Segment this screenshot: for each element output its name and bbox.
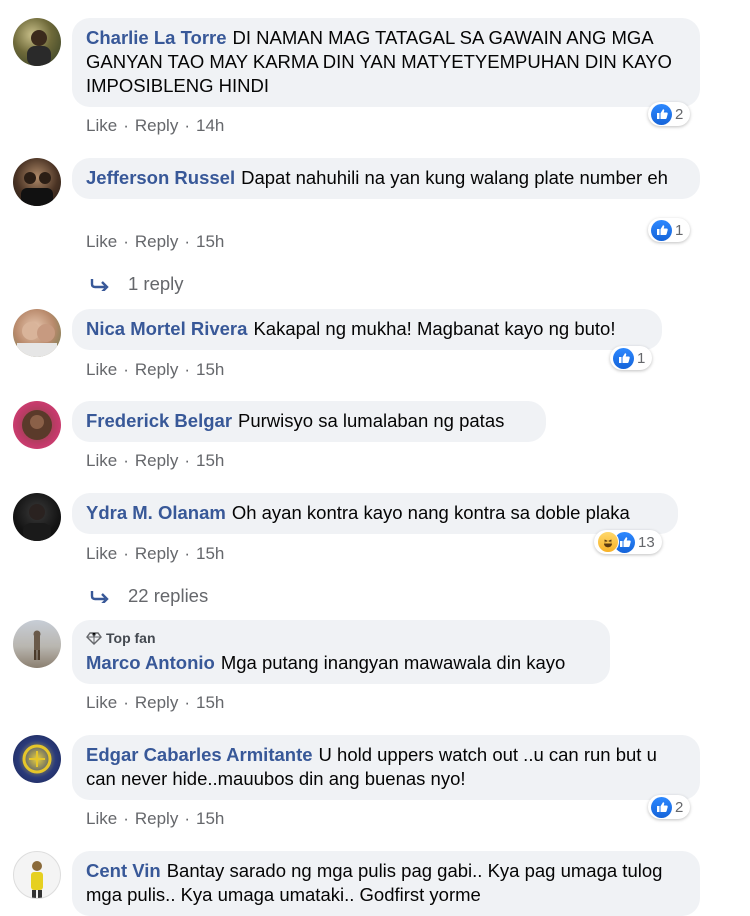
reaction-summary[interactable]: 1 bbox=[610, 346, 653, 370]
reaction-summary[interactable]: 13 bbox=[594, 530, 662, 554]
reply-arrow-icon bbox=[90, 279, 109, 291]
reaction-count: 1 bbox=[675, 221, 684, 239]
reaction-summary[interactable]: 2 bbox=[648, 795, 691, 819]
comment-timestamp[interactable]: 14h bbox=[196, 116, 224, 135]
like-button[interactable]: Like bbox=[86, 232, 117, 251]
comment-timestamp[interactable]: 15h bbox=[196, 693, 224, 712]
reply-button[interactable]: Reply bbox=[135, 116, 178, 135]
avatar[interactable] bbox=[13, 18, 61, 66]
like-button[interactable]: Like bbox=[86, 693, 117, 712]
comment-author[interactable]: Edgar Cabarles Armitante bbox=[86, 744, 313, 765]
comment-timestamp[interactable]: 15h bbox=[196, 232, 224, 251]
comment-actions: Like · Reply · 15h bbox=[86, 693, 225, 712]
top-fan-badge[interactable]: Top fan bbox=[86, 626, 596, 650]
comment-bubble: Charlie La Torre DI NAMAN MAG TATAGAL SA … bbox=[72, 18, 700, 107]
like-button[interactable]: Like bbox=[86, 809, 117, 828]
replies-count[interactable]: 22 replies bbox=[128, 585, 208, 607]
comment-text: Oh ayan kontra kayo nang kontra sa doble… bbox=[231, 502, 630, 523]
view-replies-link[interactable]: 1 reply bbox=[90, 273, 184, 295]
reply-button[interactable]: Reply bbox=[135, 544, 178, 563]
comment-actions: Like · Reply · 14h bbox=[86, 116, 225, 135]
avatar[interactable] bbox=[13, 851, 61, 899]
comment-bubble: Nica Mortel Rivera Kakapal ng mukha! Magb… bbox=[72, 309, 662, 350]
comment-author[interactable]: Charlie La Torre bbox=[86, 27, 227, 48]
comment-timestamp[interactable]: 15h bbox=[196, 451, 224, 470]
avatar[interactable] bbox=[13, 401, 61, 449]
comment-text: Purwisyo sa lumalaban ng patas bbox=[238, 410, 505, 431]
comment-bubble: Ydra M. Olanam Oh ayan kontra kayo nang k… bbox=[72, 493, 678, 534]
reply-button[interactable]: Reply bbox=[135, 809, 178, 828]
comment-actions: Like · Reply · 15h bbox=[86, 544, 225, 563]
top-fan-label: Top fan bbox=[106, 630, 156, 646]
comment-timestamp[interactable]: 15h bbox=[196, 360, 224, 379]
like-button[interactable]: Like bbox=[86, 451, 117, 470]
comment-author[interactable]: Cent Vin bbox=[86, 860, 161, 881]
avatar[interactable] bbox=[13, 620, 61, 668]
comment-timestamp[interactable]: 15h bbox=[196, 544, 224, 563]
comment-author[interactable]: Marco Antonio bbox=[86, 652, 215, 673]
reaction-summary[interactable]: 1 bbox=[648, 218, 691, 242]
reaction-count: 1 bbox=[637, 349, 646, 367]
avatar[interactable] bbox=[13, 493, 61, 541]
comment-actions: Like · Reply · 15h bbox=[86, 809, 225, 828]
haha-icon bbox=[597, 531, 619, 553]
comment-text: Mga putang inangyan mawawala din kayo bbox=[220, 652, 566, 673]
like-icon bbox=[651, 103, 672, 125]
reaction-count: 2 bbox=[675, 105, 684, 123]
comment-text: Bantay sarado ng mga pulis pag gabi.. Ky… bbox=[86, 860, 663, 905]
reply-button[interactable]: Reply bbox=[135, 693, 178, 712]
reaction-count: 2 bbox=[675, 798, 684, 816]
comment-author[interactable]: Ydra M. Olanam bbox=[86, 502, 226, 523]
avatar[interactable] bbox=[13, 158, 61, 206]
like-icon bbox=[613, 347, 634, 369]
reply-button[interactable]: Reply bbox=[135, 232, 178, 251]
comment-text: Kakapal ng mukha! Magbanat kayo ng buto! bbox=[253, 318, 616, 339]
comment-timestamp[interactable]: 15h bbox=[196, 809, 224, 828]
like-icon bbox=[651, 796, 672, 818]
comment-author[interactable]: Nica Mortel Rivera bbox=[86, 318, 247, 339]
reaction-summary[interactable]: 2 bbox=[648, 102, 691, 126]
comment-actions: Like · Reply · 15h bbox=[86, 451, 225, 470]
avatar[interactable] bbox=[13, 735, 61, 783]
like-button[interactable]: Like bbox=[86, 544, 117, 563]
view-replies-link[interactable]: 22 replies bbox=[90, 585, 208, 607]
comment-text: Dapat nahuhili na yan kung walang plate … bbox=[241, 167, 668, 188]
comment-bubble: Frederick Belgar Purwisyo sa lumalaban ng… bbox=[72, 401, 546, 442]
comment-bubble: Cent Vin Bantay sarado ng mga pulis pag g… bbox=[72, 851, 700, 916]
replies-count[interactable]: 1 reply bbox=[128, 273, 184, 295]
diamond-icon bbox=[86, 631, 102, 645]
comment-author[interactable]: Jefferson Russel bbox=[86, 167, 235, 188]
avatar[interactable] bbox=[13, 309, 61, 357]
reply-button[interactable]: Reply bbox=[135, 360, 178, 379]
comment-bubble: Top fan Marco Antonio Mga putang inangyan… bbox=[72, 620, 610, 684]
reaction-count: 13 bbox=[638, 533, 655, 551]
like-icon bbox=[651, 219, 672, 241]
like-button[interactable]: Like bbox=[86, 116, 117, 135]
like-button[interactable]: Like bbox=[86, 360, 117, 379]
reply-arrow-icon bbox=[90, 591, 109, 603]
comment-bubble: Edgar Cabarles Armitante U hold uppers wa… bbox=[72, 735, 700, 800]
reply-button[interactable]: Reply bbox=[135, 451, 178, 470]
comment-actions: Like · Reply · 15h bbox=[86, 232, 225, 251]
comment-author[interactable]: Frederick Belgar bbox=[86, 410, 232, 431]
comment-actions: Like · Reply · 15h bbox=[86, 360, 225, 379]
comment-bubble: Jefferson Russel Dapat nahuhili na yan ku… bbox=[72, 158, 700, 199]
